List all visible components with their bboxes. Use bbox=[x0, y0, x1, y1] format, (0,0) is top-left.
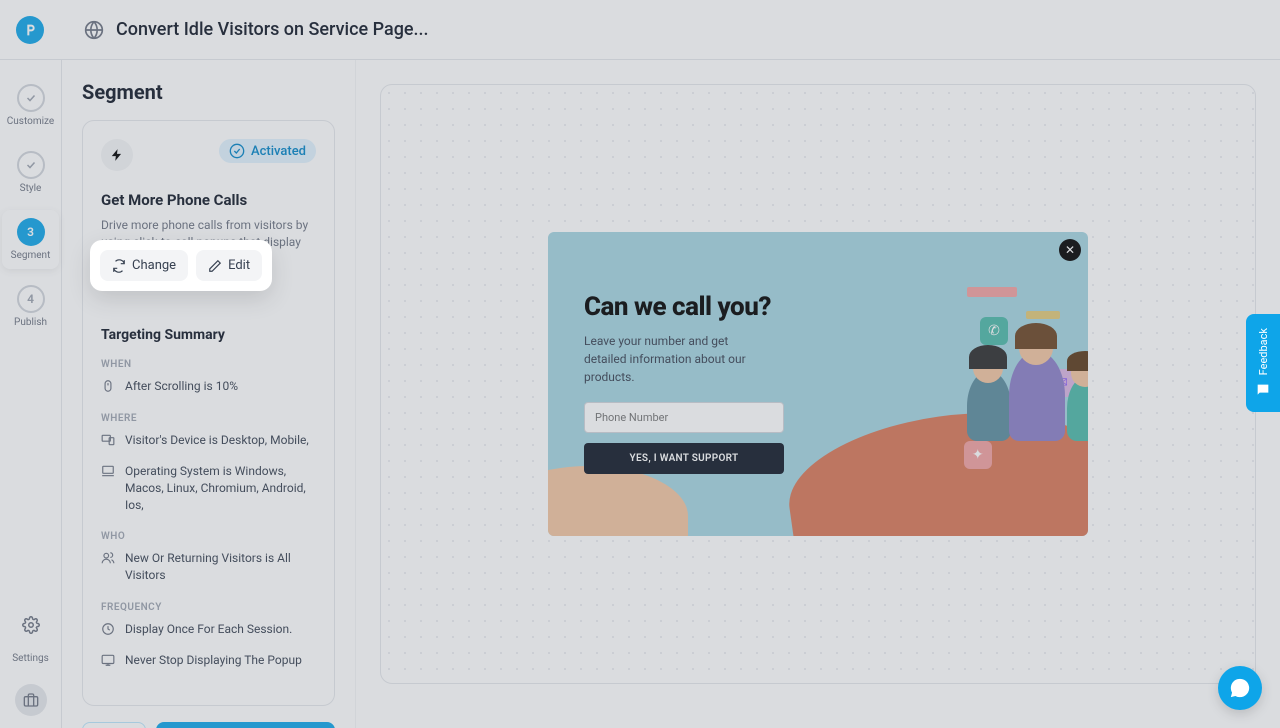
briefcase-button[interactable] bbox=[15, 684, 47, 716]
when-label: WHEN bbox=[101, 359, 316, 370]
rail-customize[interactable]: Customize bbox=[0, 76, 61, 135]
where-os-row: Operating System is Windows, Macos, Linu… bbox=[101, 463, 316, 513]
top-bar: Convert Idle Visitors on Service Page... bbox=[0, 0, 1280, 60]
user-icon bbox=[101, 551, 115, 565]
page-title: Convert Idle Visitors on Service Page... bbox=[116, 19, 429, 40]
segment-card: Activated Get More Phone Calls Drive mor… bbox=[82, 120, 335, 706]
action-popover: Change Edit bbox=[90, 240, 272, 291]
settings-button[interactable] bbox=[15, 609, 47, 641]
who-row: New Or Returning Visitors is All Visitor… bbox=[101, 550, 316, 584]
popup-submit-button[interactable]: YES, I WANT SUPPORT bbox=[584, 443, 784, 474]
frequency-label: FREQUENCY bbox=[101, 602, 316, 613]
clock-icon bbox=[101, 622, 115, 636]
bolt-icon bbox=[101, 139, 133, 171]
phone-input[interactable] bbox=[584, 402, 784, 433]
rail-publish[interactable]: 4 Publish bbox=[0, 277, 61, 336]
freq-never-row: Never Stop Displaying The Popup bbox=[101, 652, 316, 669]
popup-illustration: ✆ ✉ ✦ bbox=[818, 232, 1088, 536]
next-button[interactable]: Next to Publish bbox=[156, 722, 335, 728]
chat-icon bbox=[1255, 382, 1271, 398]
globe-icon[interactable] bbox=[84, 20, 104, 40]
chat-launcher[interactable] bbox=[1218, 666, 1262, 710]
where-device-row: Visitor's Device is Desktop, Mobile, bbox=[101, 432, 316, 449]
feedback-tab[interactable]: Feedback bbox=[1246, 314, 1280, 412]
display-icon bbox=[101, 653, 115, 667]
app-logo[interactable] bbox=[16, 16, 44, 44]
mouse-icon bbox=[101, 379, 115, 393]
change-button[interactable]: Change bbox=[100, 250, 188, 281]
popup-title: Can we call you? bbox=[584, 292, 794, 322]
decoration-line bbox=[967, 287, 1017, 297]
freq-once-row: Display Once For Each Session. bbox=[101, 621, 316, 638]
decoration-line bbox=[1026, 311, 1060, 319]
devices-icon bbox=[101, 433, 115, 447]
activated-badge: Activated bbox=[219, 139, 316, 163]
edit-button[interactable]: Edit bbox=[196, 250, 262, 281]
rail-style[interactable]: Style bbox=[0, 143, 61, 202]
settings-label: Settings bbox=[12, 653, 49, 664]
who-label: WHO bbox=[101, 531, 316, 542]
when-row: After Scrolling is 10% bbox=[101, 378, 316, 395]
refresh-icon bbox=[112, 259, 126, 273]
popup-preview: ✕ Can we call you? Leave your number and… bbox=[548, 232, 1088, 536]
popup-subtitle: Leave your number and get detailed infor… bbox=[584, 332, 764, 386]
back-button[interactable]: Back bbox=[82, 722, 146, 728]
pencil-icon bbox=[208, 259, 222, 273]
left-rail: Customize Style 3 Segment 4 Publish Sett… bbox=[0, 60, 62, 728]
rail-segment[interactable]: 3 Segment bbox=[2, 210, 59, 269]
laptop-icon bbox=[101, 464, 115, 478]
preview-frame: ✕ Can we call you? Leave your number and… bbox=[380, 84, 1256, 684]
card-title: Get More Phone Calls bbox=[101, 191, 316, 209]
summary-title: Targeting Summary bbox=[101, 327, 316, 343]
side-panel: Segment Activated Get More Phone Calls D… bbox=[62, 60, 356, 728]
where-label: WHERE bbox=[101, 413, 316, 424]
preview-area: ✕ Can we call you? Leave your number and… bbox=[356, 60, 1280, 728]
panel-title: Segment bbox=[82, 80, 335, 104]
